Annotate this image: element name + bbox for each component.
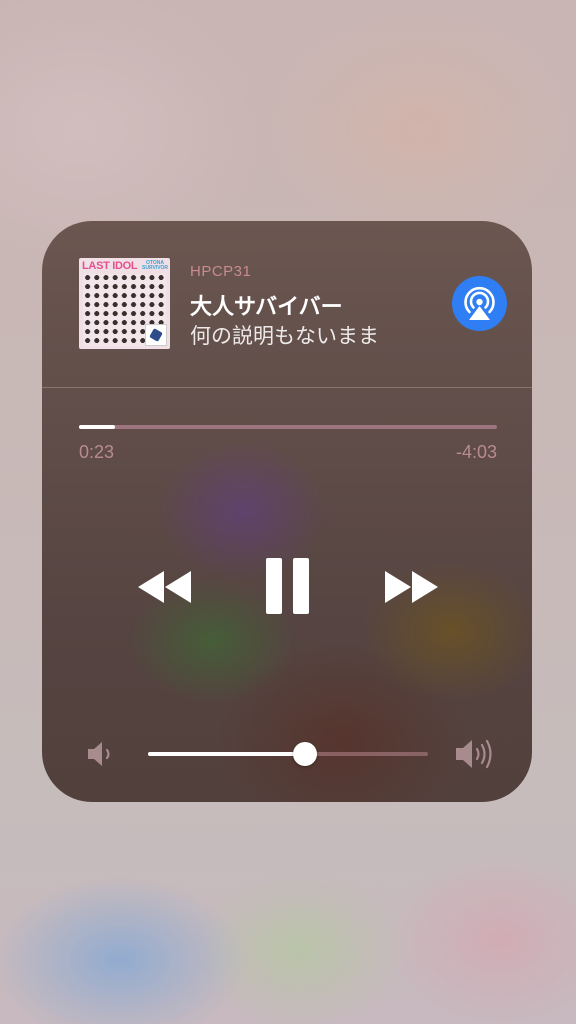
speaker-high-icon (456, 739, 492, 769)
source-name: HPCP31 (190, 263, 252, 280)
rewind-icon (138, 571, 191, 603)
volume-slider[interactable] (148, 742, 428, 766)
pause-button[interactable] (264, 557, 312, 615)
playback-progress-fill (79, 425, 115, 429)
album-art: LAST IDOL OTONA SURVIVOR (79, 258, 170, 349)
fast-forward-button[interactable] (384, 570, 438, 604)
airplay-button[interactable] (452, 276, 507, 331)
volume-level-fill (148, 752, 305, 756)
rewind-button[interactable] (138, 570, 192, 604)
airplay-audio-icon (464, 286, 495, 320)
elapsed-time: 0:23 (79, 442, 115, 462)
album-art-artist-text: LAST IDOL (82, 260, 138, 272)
remaining-time: -4:03 (455, 442, 497, 462)
album-art-subtitle-text: OTONA SURVIVOR (142, 260, 169, 271)
volume-slider-knob[interactable] (292, 742, 317, 766)
playback-scrubber[interactable] (79, 425, 497, 429)
fast-forward-icon (385, 571, 438, 603)
pause-icon (266, 558, 309, 614)
track-title: 大人サバイバー (190, 295, 343, 320)
now-playing-panel: LAST IDOL OTONA SURVIVOR HPCP31 大人サバイバー … (42, 221, 532, 802)
now-playing-header[interactable]: LAST IDOL OTONA SURVIVOR HPCP31 大人サバイバー … (42, 221, 532, 387)
header-divider (42, 387, 532, 388)
speaker-low-icon (88, 742, 110, 766)
track-subtitle: 何の説明もないまま (190, 324, 379, 348)
album-art-sticker (145, 324, 167, 346)
